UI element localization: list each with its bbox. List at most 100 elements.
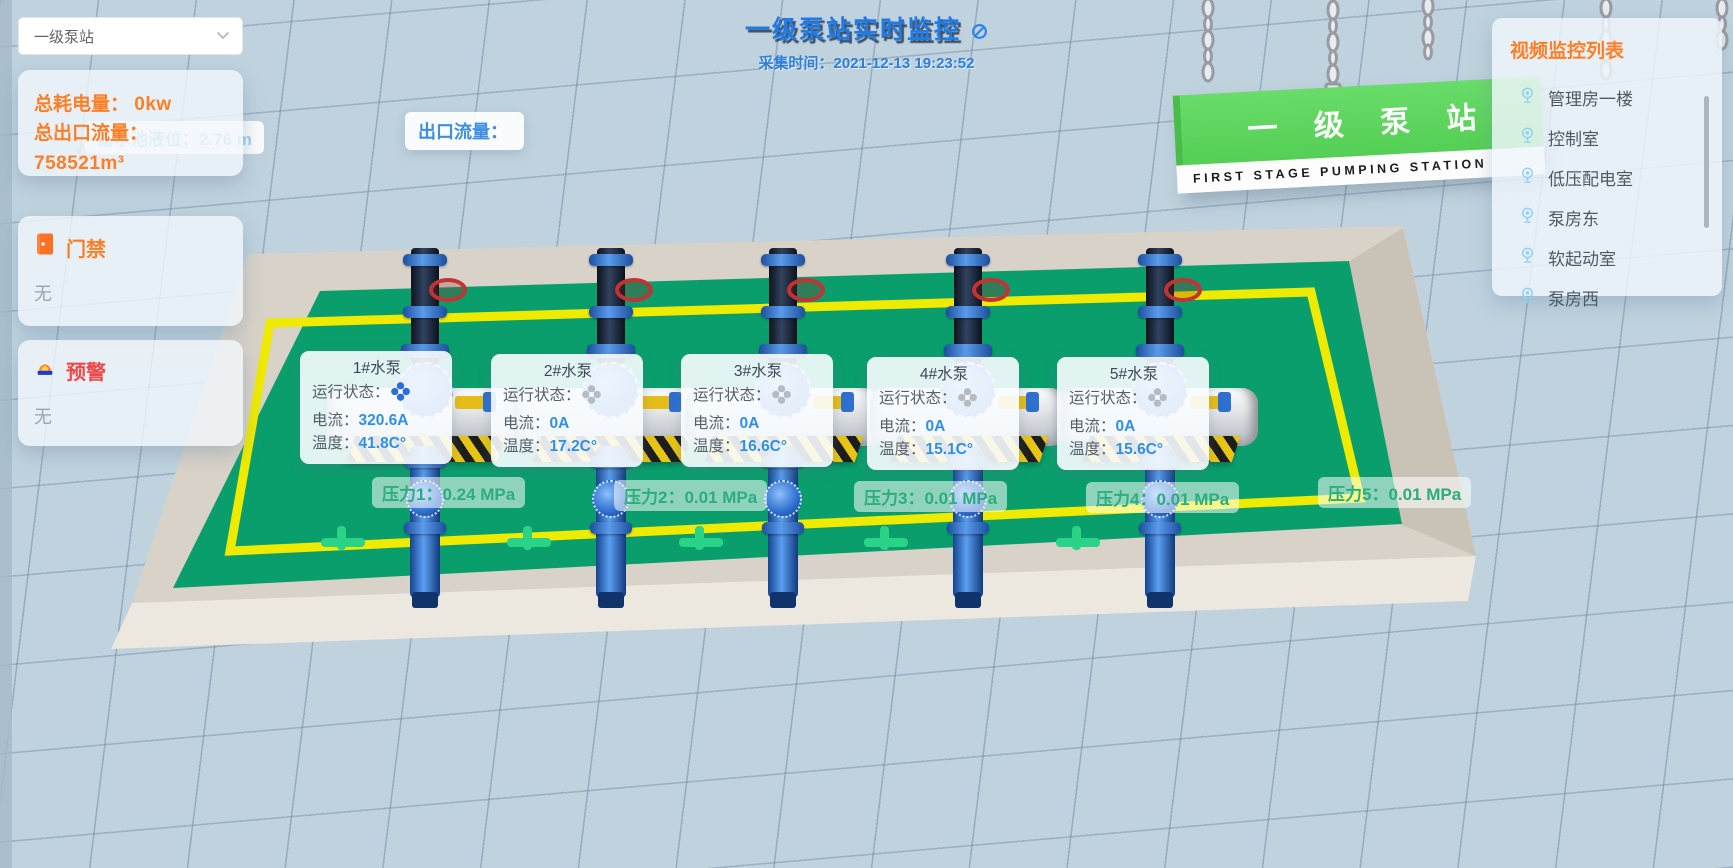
warning-panel: 预警 无 xyxy=(18,340,243,446)
pipe-flange xyxy=(761,306,805,318)
hide-labels-icon[interactable] xyxy=(971,23,988,45)
video-item-management-1f[interactable]: 管理房一楼 xyxy=(1492,77,1722,117)
temp-value: 15.1C° xyxy=(926,441,974,458)
video-item-control-room[interactable]: 控制室 xyxy=(1492,117,1722,157)
pipe-flange xyxy=(1138,306,1182,318)
drain-fitting xyxy=(695,526,704,550)
chevron-down-icon xyxy=(216,27,230,45)
video-item-lv-power-room[interactable]: 低压配电室 xyxy=(1492,157,1722,197)
coupling xyxy=(455,396,485,409)
pump-card-1: 1#水泵 运行状态： 电流：320.6A 温度：41.8C° xyxy=(300,351,452,464)
pipe-flange xyxy=(403,306,447,318)
pump-station-dashboard: { "header": { "station_selector": { "val… xyxy=(0,0,1733,868)
door-access-content: 无 xyxy=(34,280,227,306)
pump-current-row: 电流：320.6A xyxy=(312,410,442,433)
video-item-pumphouse-west[interactable]: 泵房西 xyxy=(1492,277,1722,317)
pump-card-5: 5#水泵 运行状态： 电流：0A 温度：15.6C° xyxy=(1057,357,1209,470)
page-title: 一级泵站实时监控 xyxy=(745,10,961,46)
pump-temp-row: 温度：16.6C° xyxy=(693,436,823,459)
current-label: 电流： xyxy=(312,412,359,429)
valve-handwheel xyxy=(787,278,825,302)
total-flow-label: 总出口流量： xyxy=(34,119,243,148)
status-label: 运行状态： xyxy=(879,390,957,407)
pipe-flange xyxy=(946,306,990,318)
video-list: 管理房一楼 控制室 低压配电室 泵房东 软起动室 泵房西 xyxy=(1492,77,1722,317)
station-select-value: 一级泵站 xyxy=(34,26,94,47)
pressure-tag-4: 压力4：0.01 MPa xyxy=(1086,482,1239,513)
outlet-flow-tag: 出口流量： xyxy=(405,112,524,150)
pump-status-row: 运行状态： xyxy=(879,387,1009,416)
current-value: 320.6A xyxy=(359,412,409,429)
totals-panel: 总耗电量： 0kw 总出口流量： 758521m³ xyxy=(18,70,243,176)
valve-handwheel xyxy=(429,278,467,302)
pressure-tag-3: 压力3：0.01 MPa xyxy=(854,481,1007,512)
pump-name: 4#水泵 xyxy=(879,364,1009,387)
pipe-flange xyxy=(590,522,632,534)
video-list-scrollbar[interactable] xyxy=(1704,96,1709,228)
gate-valve xyxy=(764,480,802,518)
pump-temp-row: 温度：41.8C° xyxy=(312,433,442,456)
status-label: 运行状态： xyxy=(503,387,581,404)
pump-temp-row: 温度：17.2C° xyxy=(503,436,633,459)
current-label: 电流： xyxy=(503,415,550,432)
pump-name: 1#水泵 xyxy=(312,358,442,381)
video-item-pumphouse-east[interactable]: 泵房东 xyxy=(1492,197,1722,237)
pump-current-row: 电流：0A xyxy=(1069,416,1199,439)
temp-value: 17.2C° xyxy=(550,438,598,455)
coupling-tip xyxy=(1218,392,1231,412)
total-power-label: 总耗电量： xyxy=(34,94,129,115)
pump-current-row: 电流：0A xyxy=(503,413,633,436)
pump-card-2: 2#水泵 运行状态： 电流：0A 温度：17.2C° xyxy=(491,354,643,467)
total-power-value: 0kw xyxy=(134,94,171,115)
status-label: 运行状态： xyxy=(693,387,771,404)
pipe-foot xyxy=(1147,592,1173,608)
video-item-label: 控制室 xyxy=(1548,125,1599,150)
pump-name: 3#水泵 xyxy=(693,361,823,384)
pump-status-row: 运行状态： xyxy=(693,384,823,413)
video-item-label: 低压配电室 xyxy=(1548,165,1633,190)
pipe-flange xyxy=(1138,254,1182,266)
pump-status-row: 运行状态： xyxy=(312,381,442,410)
status-label: 运行状态： xyxy=(1069,390,1147,407)
pipe-flange xyxy=(762,522,804,534)
fan-stopped-icon xyxy=(771,392,792,409)
fan-stopped-icon xyxy=(1147,395,1168,412)
current-value: 0A xyxy=(926,418,946,435)
station-select[interactable]: 一级泵站 xyxy=(18,17,243,55)
pump-temp-row: 温度：15.6C° xyxy=(1069,439,1199,462)
video-monitor-panel: 视频监控列表 管理房一楼 控制室 低压配电室 泵房东 软起动室 泵房西 xyxy=(1492,18,1722,296)
pipe-flange xyxy=(1136,344,1184,358)
valve-handwheel xyxy=(1164,278,1202,302)
pipe-foot xyxy=(770,592,796,608)
door-icon xyxy=(34,232,56,262)
valve-handwheel xyxy=(972,278,1010,302)
status-label: 运行状态： xyxy=(312,384,390,401)
pipe-foot xyxy=(412,592,438,608)
camera-icon xyxy=(1518,245,1537,270)
pump-status-row: 运行状态： xyxy=(503,384,633,413)
current-value: 0A xyxy=(740,415,760,432)
temp-value: 15.6C° xyxy=(1116,441,1164,458)
current-label: 电流： xyxy=(693,415,740,432)
pump-name: 5#水泵 xyxy=(1069,364,1199,387)
chain-3 xyxy=(1423,0,1433,59)
fan-running-icon xyxy=(390,389,411,406)
coupling xyxy=(641,396,671,409)
coupling-tip xyxy=(1026,392,1039,412)
drain-fitting xyxy=(1072,526,1081,550)
drain-fitting xyxy=(337,526,346,550)
video-item-label: 软起动室 xyxy=(1548,245,1616,270)
pipe-flange xyxy=(1139,522,1181,534)
pipe-flange xyxy=(403,254,447,266)
drain-fitting xyxy=(880,526,889,550)
video-item-softstart-room[interactable]: 软起动室 xyxy=(1492,237,1722,277)
warning-content: 无 xyxy=(34,403,227,429)
video-item-label: 管理房一楼 xyxy=(1548,85,1633,110)
temp-label: 温度： xyxy=(312,435,359,452)
pipe-flange xyxy=(946,254,990,266)
fan-stopped-icon xyxy=(957,395,978,412)
chain-1 xyxy=(1203,0,1213,81)
pipe-flange xyxy=(589,306,633,318)
temp-label: 温度： xyxy=(693,438,740,455)
pump-card-3: 3#水泵 运行状态： 电流：0A 温度：16.6C° xyxy=(681,354,833,467)
